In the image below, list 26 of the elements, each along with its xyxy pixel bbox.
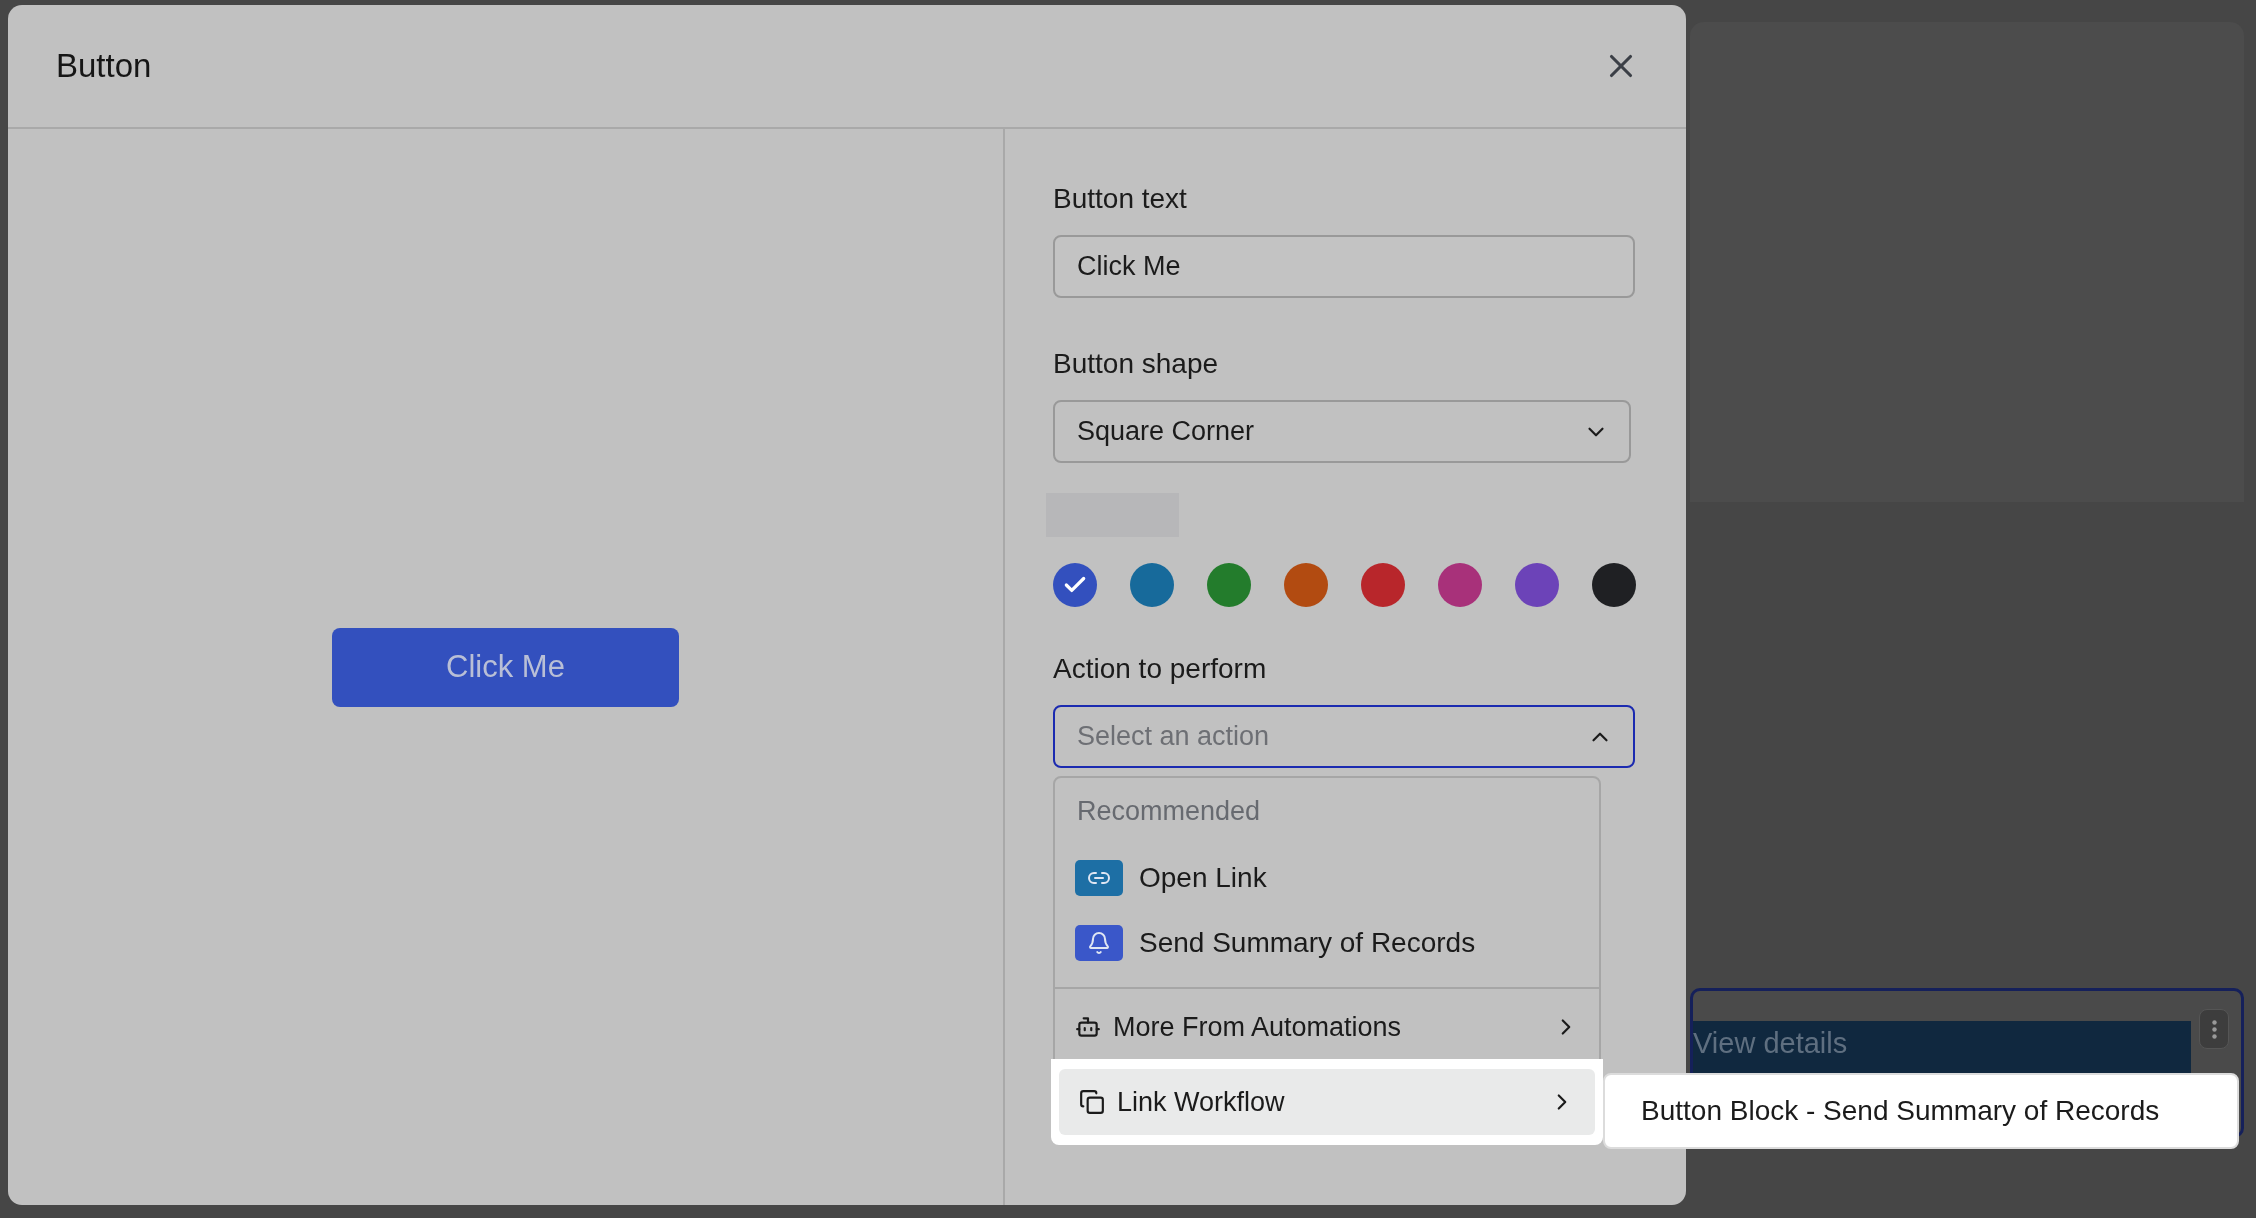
color-swatch[interactable]: [1053, 563, 1097, 607]
color-swatch[interactable]: [1361, 563, 1405, 607]
squares-icon: [1079, 1089, 1105, 1115]
field-label: Button shape: [1053, 348, 1220, 380]
color-swatch[interactable]: [1592, 563, 1636, 607]
color-swatch[interactable]: [1207, 563, 1251, 607]
submenu-item[interactable]: Link Workflow: [1059, 1069, 1595, 1135]
kebab-icon: [2211, 1019, 2217, 1039]
section-title: Recommended: [1076, 796, 1262, 827]
shape-select[interactable]: Square Corner: [1053, 400, 1631, 463]
submenu-item[interactable]: More From Automations: [1055, 995, 1599, 1059]
color-swatch[interactable]: [1284, 563, 1328, 607]
menu-item[interactable]: Open Link: [1055, 845, 1599, 910]
robot-icon: [1075, 1014, 1101, 1040]
color-swatch[interactable]: [1438, 563, 1482, 607]
color-swatch[interactable]: [1515, 563, 1559, 607]
more-options-button[interactable]: [2199, 1009, 2229, 1049]
menu-item[interactable]: Button Block - Send Summary of Records: [1605, 1079, 2237, 1143]
block-text: View details: [1693, 1027, 1848, 1060]
color-swatch[interactable]: [1130, 563, 1174, 607]
button-text-field[interactable]: Click Me: [1053, 235, 1635, 298]
dialog-title: Button: [56, 47, 152, 85]
preview-button[interactable]: Click Me: [332, 627, 679, 707]
field-label: Action to perform: [1053, 653, 1268, 685]
menu-item[interactable]: Send Summary of Records: [1055, 910, 1599, 975]
field-label: Button text: [1053, 183, 1188, 215]
